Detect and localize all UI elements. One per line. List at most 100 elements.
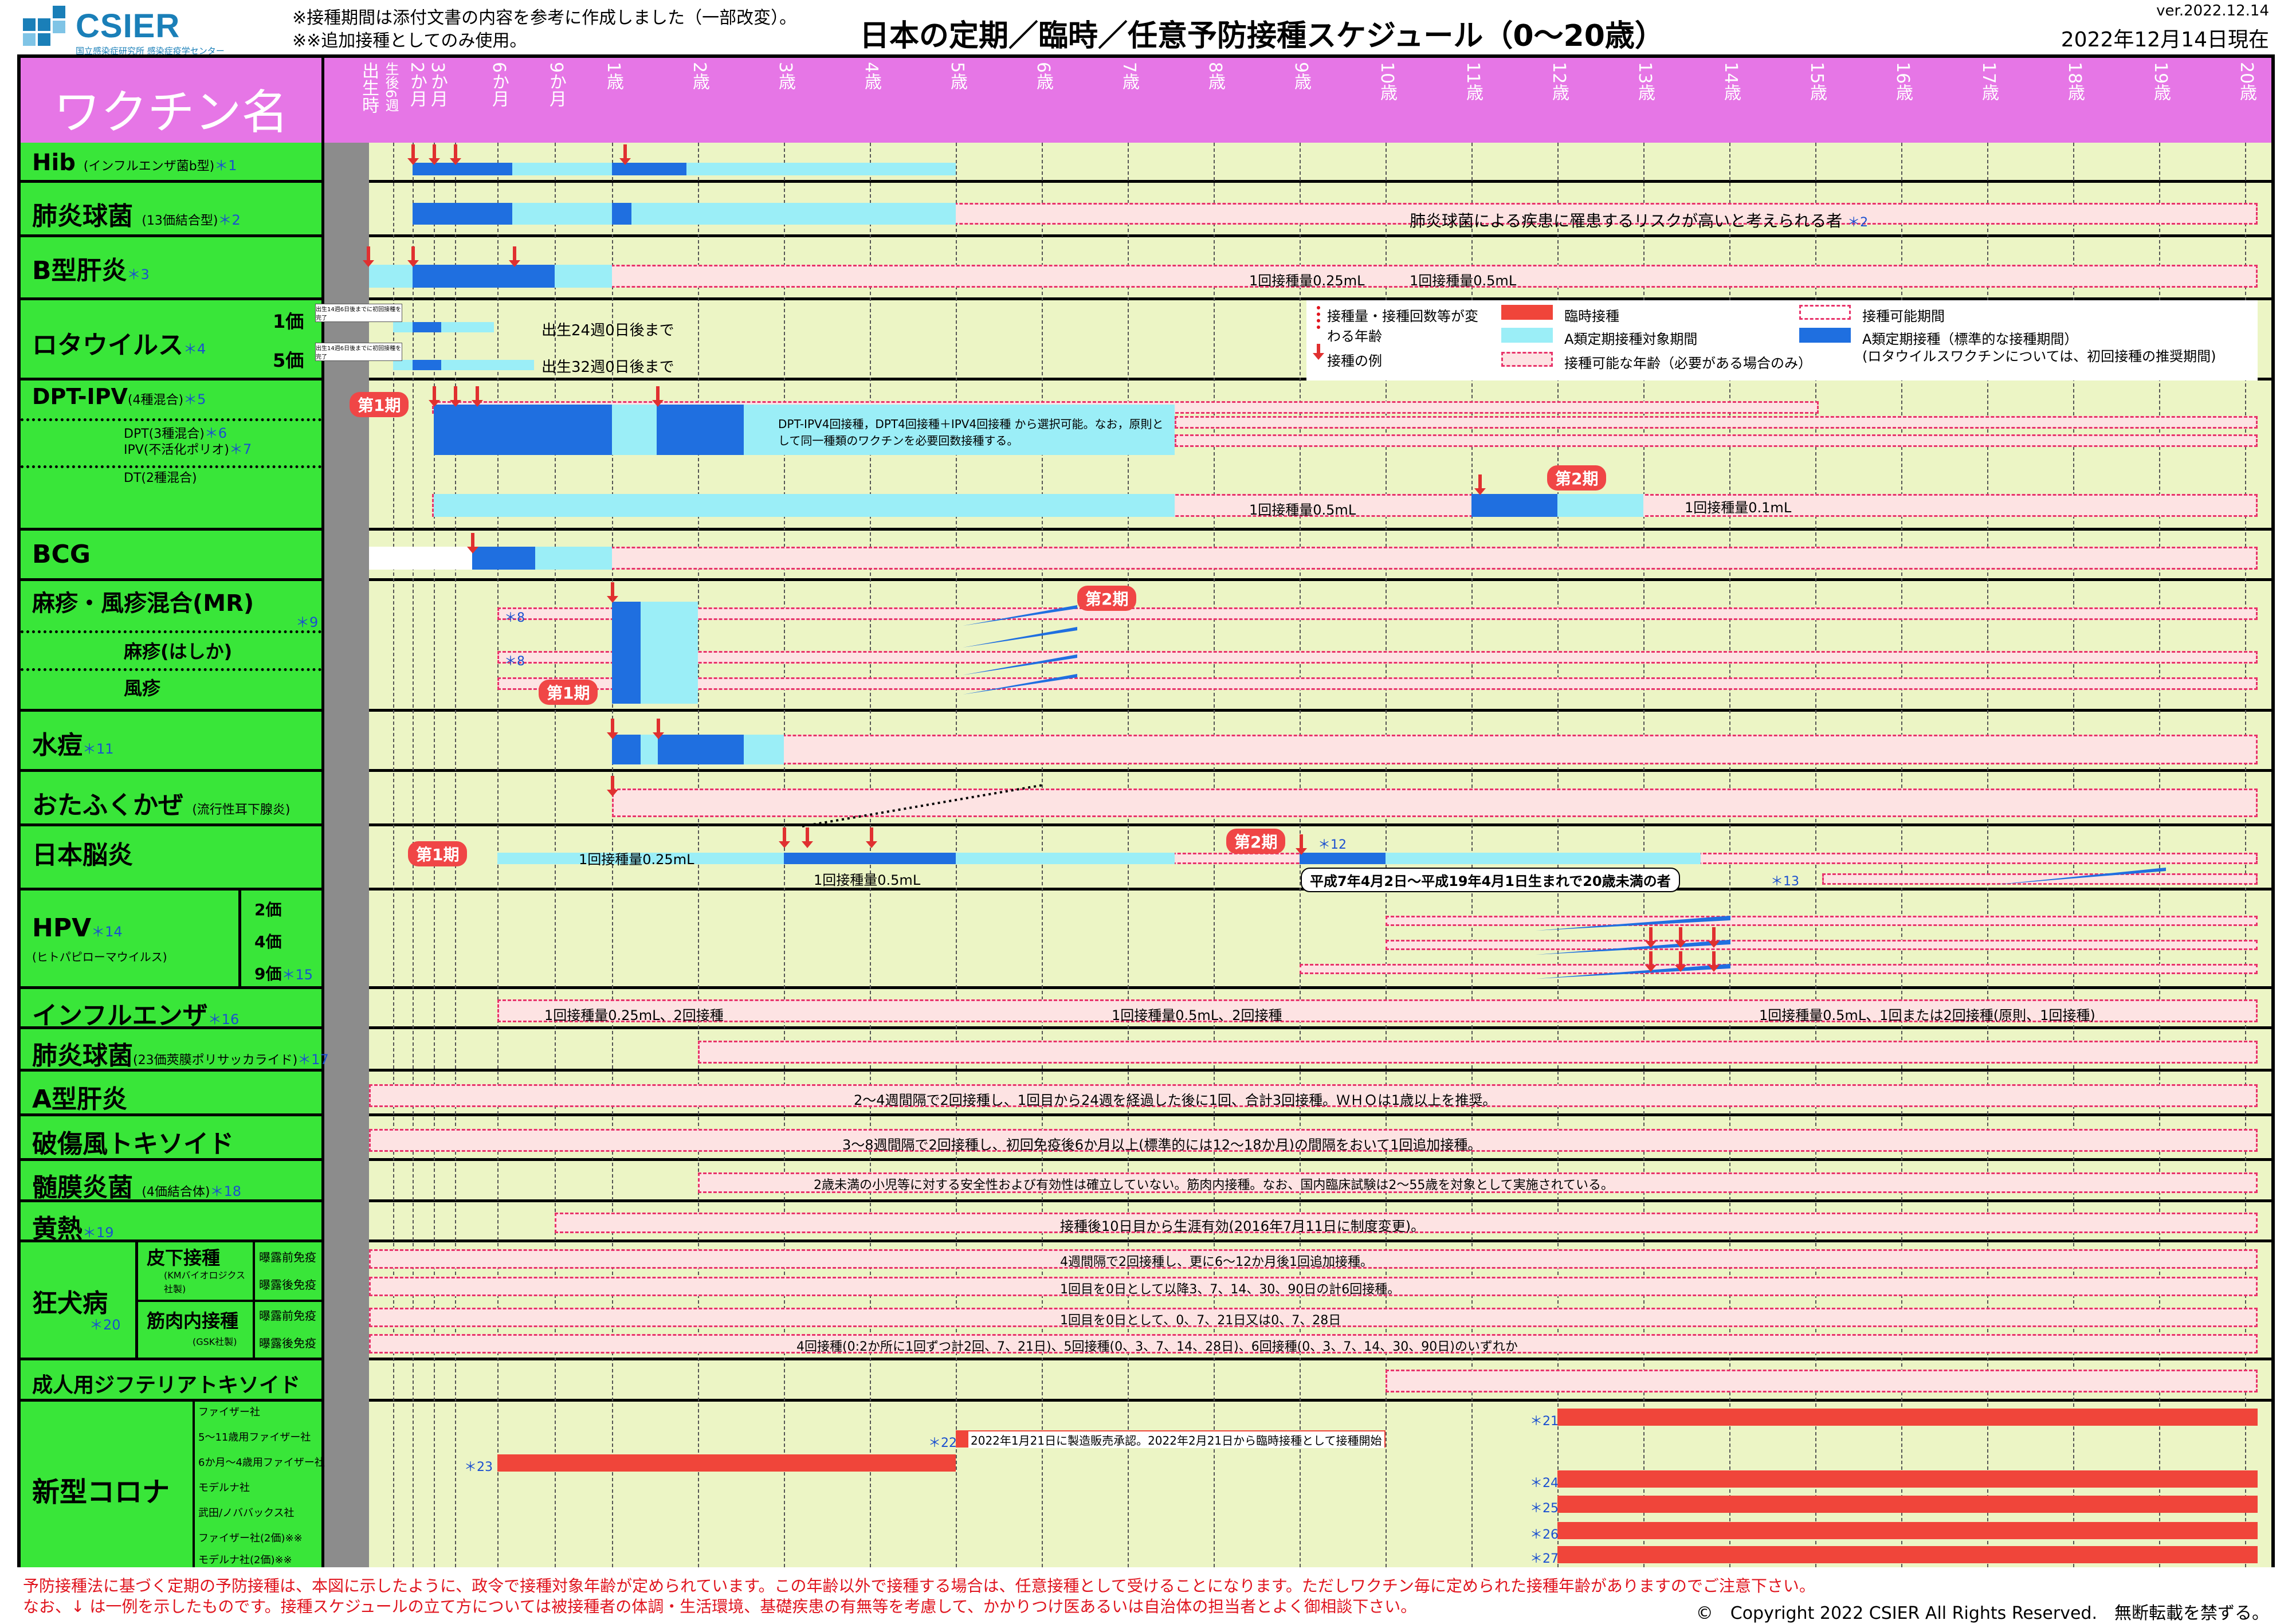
dpt-phase1-badge: 第1期 [350,392,409,417]
vaccine-pcv-name: 肺炎球菌 [32,202,133,231]
vaccine-dpt: DPT-IPV(4種混合)＊5 DPT(3種混合)＊6 IPV(不活化ポリオ)＊… [21,380,324,531]
vaccine-name-header-label: ワクチン名 [53,85,289,140]
age-label: 1歳 [603,62,623,91]
vaccine-mr-ref: ＊9 [296,614,319,630]
rabies-sc-maker: (KMバイオロジクス社製) [164,1270,246,1295]
pcv-risk-ref: ＊2 [1847,215,1869,230]
mr-ref8: ＊8 [504,654,525,669]
vaccine-pcv: 肺炎球菌 (13価結合型)＊2 [21,183,324,237]
vaccine-pcv-ref: ＊2 [218,212,241,228]
varicella-optional-bar [612,735,2258,764]
dt-dose-1: 1回接種量0.5mL [1249,502,1356,518]
covid-approval-note: 2022年1月21日に製造販売承認。2022年2月21日から臨時接種として接種開… [968,1431,1384,1448]
dpt-target-bar [612,405,657,455]
je-ref13: ＊13 [1771,874,1799,889]
mr-standard-bar [612,602,641,704]
je-phase1-badge: 第1期 [408,841,468,866]
hepa-note: 2〜4週間隔で2回接種し、1回目から24週を経過した後に1回、合計3回接種。ＷＨ… [854,1092,1497,1108]
vaccine-ppsv-name: 肺炎球菌 [32,1041,133,1070]
dose-arrow-icon [1675,951,1686,972]
covid-ref: ＊22 [928,1436,957,1450]
hpv9-optional-bar [1300,964,2258,974]
rabies-sc-label: 皮下接種 [147,1247,221,1269]
hepb-dose-1: 1回接種量0.25mL [1249,273,1365,289]
je-standard-bar [1300,853,1386,864]
dose-arrow-icon [607,582,618,603]
pcv-target-bar [512,203,612,225]
hib-target-bar [686,163,956,175]
je-callout: 平成7年4月2日〜平成19年4月1日生まれで20歳未満の者 [1301,868,1680,892]
dt-label: DT(2種混合) [124,471,197,485]
hepb-dose-2: 1回接種量0.5mL [1410,273,1517,289]
covid-moderna-bar [1557,1470,2258,1488]
vaccine-tetanus-name: 破傷風トキソイド [32,1129,234,1159]
legend-swatch-possible [1799,305,1851,320]
rabies-divider [135,1300,321,1302]
hpv-slants [1536,916,1730,979]
legend-target: A類定期接種対象期間 [1564,331,1698,347]
covid-maker-4: モデルナ社 [198,1482,250,1494]
rabies-post-2: 曝露後免疫 [259,1336,316,1350]
dose-arrow-icon [467,533,478,554]
mumps-slant [802,784,1043,827]
vaccine-flu-name: インフルエンザ [32,1001,208,1030]
dose-arrow-icon [1296,834,1307,855]
vaccine-dtadult: 成人用ジフテリアトキソイド [21,1360,324,1402]
age-label: 6歳 [1033,62,1053,91]
hpv-9-ref: ＊15 [281,967,313,983]
covid-ref: ＊23 [464,1460,493,1474]
mening-note: 2歳未満の小児等に対する安全性および有効性は確立していない。筋肉内接種。なお、国… [814,1178,1614,1192]
rabies-im-label: 筋肉内接種 [147,1310,239,1332]
age-label: 19歳 [2150,62,2171,101]
vaccine-dpt-ref: ＊5 [183,391,206,407]
vaccine-covid: 新型コロナ ファイザー社 5〜11歳用ファイザー社 6か月〜4歳用ファイザー社 … [21,1402,325,1567]
age-label: 9歳 [1291,62,1311,91]
covid-maker-3: 6か月〜4歳用ファイザー社 [198,1457,325,1469]
legend-temporary: 臨時接種 [1564,308,1619,324]
vaccine-tetanus: 破傷風トキソイド [21,1116,324,1161]
vaccine-hpv-sub: (ヒトパピローマウイルス) [32,950,167,964]
rubella-label: 風疹 [124,677,161,699]
bcg-standard-bar [472,547,535,570]
dose-arrow-icon [652,386,664,407]
tetanus-note: 3〜8週間隔で2回接種し、初回免疫後6か月以上(標準的には12〜18か月)の間隔… [842,1137,1482,1153]
vaccine-flu-ref: ＊16 [207,1011,240,1027]
dose-arrow-icon [779,827,790,848]
dpt-optional-bar [1175,416,2258,429]
dose-arrow-icon [450,386,461,407]
dt-phase2-badge: 第2期 [1547,465,1607,491]
hepb-target-bar [555,265,612,288]
covid-maker-7: モデルナ社(2価)※※ [198,1554,292,1566]
dose-arrow-icon [429,144,440,165]
hib-standard-bar [413,163,512,175]
hpv-divider [238,891,241,989]
legend: 接種量・接種回数等が変わる年齢 接種の例 臨時接種 A類定期接種対象期間 接種可… [1306,300,2258,380]
legend-optional: 接種可能な年齢（必要がある場合のみ） [1564,355,1812,371]
pcv-target-bar [631,203,956,225]
vaccine-hpv: HPV＊14 (ヒトパピローマウイルス) 2価 4価 9価＊15 [21,891,324,989]
dpt-choice-note: DPT-IPV4回接種，DPT4回接種＋IPV4回接種 から選択可能。なお，原則… [778,417,1164,448]
legend-swatch-standard [1799,328,1851,343]
vaccine-name-header: ワクチン名 [21,58,324,143]
age-label: 13歳 [1635,62,1655,101]
vaccine-mr: 麻疹・風疹混合(MR) ＊9 麻疹(はしか) 風疹 [21,581,324,712]
dose-arrow-icon [1675,927,1686,948]
rota5-small-note: 出生14週6日後までに初回接種を完了 [315,343,402,361]
covid-maker-1: ファイザー社 [198,1406,260,1418]
vaccine-yf-name: 黄熱 [32,1214,83,1244]
vaccine-mr-name: 麻疹・風疹混合(MR) [32,590,254,617]
rabies-note-1: 4週間隔で2回接種し、更に6〜12か月後1回追加接種。 [1060,1255,1373,1269]
varicella-standard-bar [658,735,744,764]
vaccine-hib-sub: (インフルエンザ菌b型) [83,159,215,174]
vaccine-rota-ref: ＊4 [183,341,206,357]
dose-arrow-icon [607,776,618,797]
vaccine-hepb-name: B型肝炎 [32,256,127,285]
legend-swatch-optional [1501,352,1553,367]
dose-arrow-icon [1708,927,1720,948]
hepb-standard-bar [413,265,555,288]
age-label: 4歳 [861,62,881,91]
mr-divider [21,668,321,671]
covid-maker-5: 武田/ノババックス社 [198,1507,295,1519]
legend-swatch-temporary [1501,305,1553,320]
rota5-end-note: 出生32週0日後まで [541,359,674,376]
